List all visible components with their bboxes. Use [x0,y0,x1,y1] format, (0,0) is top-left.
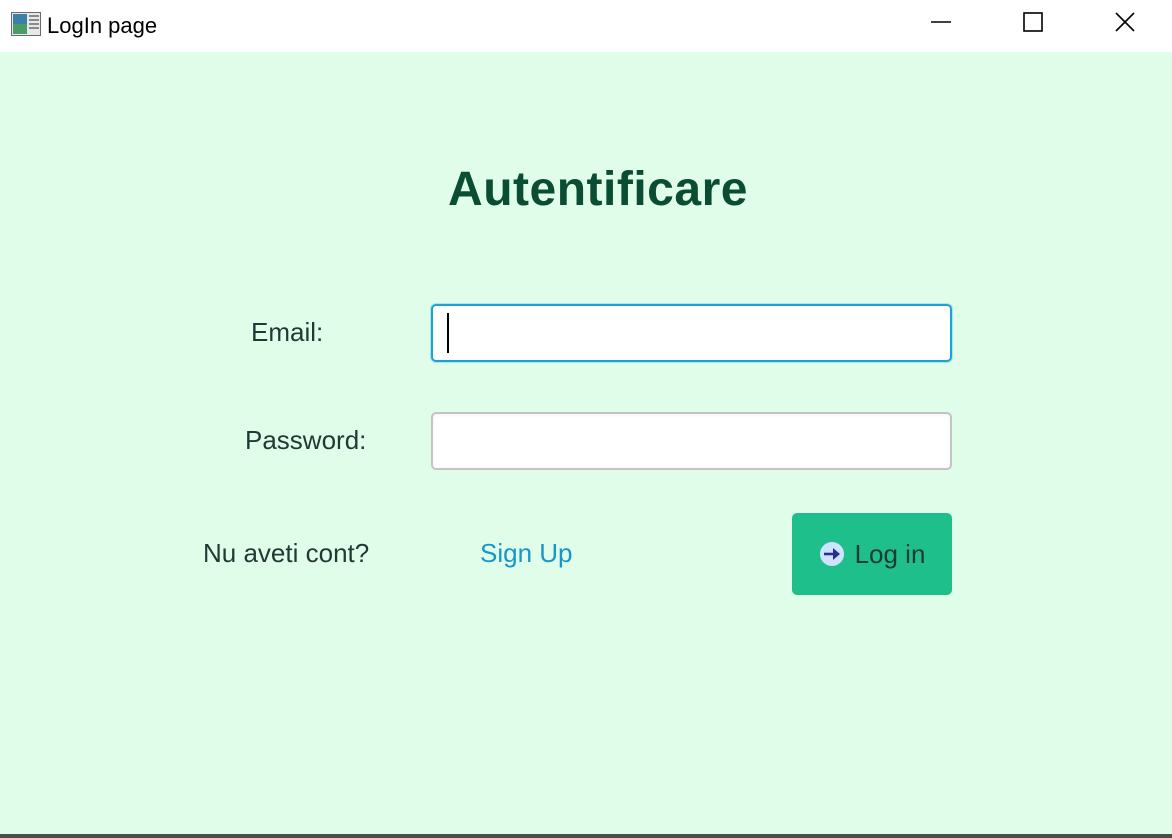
sign-up-link[interactable]: Sign Up [480,537,573,569]
text-caret [447,313,449,353]
close-icon [1115,11,1135,37]
maximize-icon [1023,11,1043,37]
email-label: Email: [251,317,324,347]
maximize-button[interactable] [987,0,1079,48]
password-label: Password: [245,425,367,455]
log-in-button[interactable]: Log in [792,513,952,595]
title-bar: LogIn page [0,0,1172,52]
app-window-icon [11,12,41,36]
minimize-icon [931,12,951,37]
no-account-text: Nu aveti cont? [203,538,370,568]
login-window: LogIn page Autentificare Email: Password… [0,0,1172,838]
window-title: LogIn page [47,13,158,38]
window-bottom-border [0,834,1172,838]
close-button[interactable] [1079,0,1171,48]
email-field[interactable] [431,304,952,362]
arrow-circle-right-icon [819,541,845,567]
minimize-button[interactable] [895,0,987,48]
page-title: Autentificare [448,163,748,216]
log-in-label: Log in [854,539,926,569]
password-field[interactable] [431,412,952,470]
login-panel: Autentificare Email: Password: Nu aveti … [0,52,1172,834]
